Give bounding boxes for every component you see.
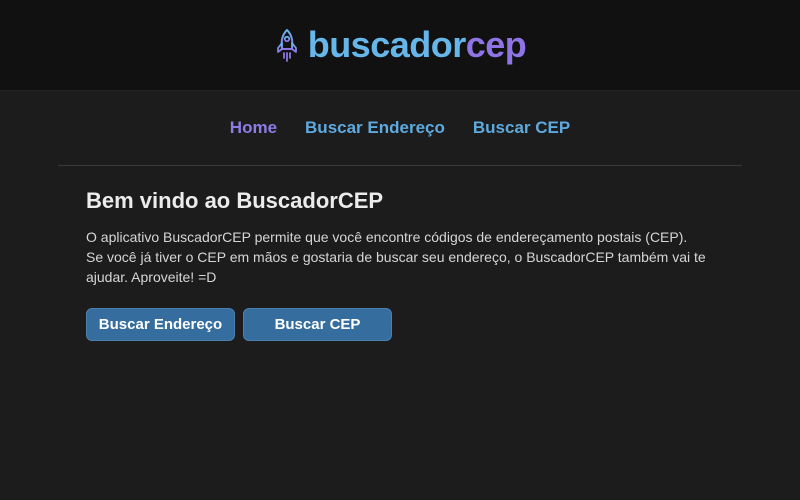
rocket-icon xyxy=(276,29,297,62)
logo-text-buscador: buscador xyxy=(307,24,467,65)
intro-line-2: Se você já tiver o CEP em mãos e gostari… xyxy=(86,249,706,285)
main-nav: Home Buscar Endereço Buscar CEP xyxy=(0,110,800,146)
buscar-endereco-button[interactable]: Buscar Endereço xyxy=(86,308,235,341)
main-content: Bem vindo ao BuscadorCEP O aplicativo Bu… xyxy=(86,186,726,341)
nav-buscar-cep[interactable]: Buscar CEP xyxy=(473,118,570,138)
top-header: buscadorcep xyxy=(0,0,800,91)
nav-home[interactable]: Home xyxy=(230,118,277,138)
logo-text: buscadorcep xyxy=(308,27,527,63)
action-buttons: Buscar Endereço Buscar CEP xyxy=(86,308,726,341)
intro-line-1: O aplicativo BuscadorCEP permite que voc… xyxy=(86,229,688,245)
nav-divider xyxy=(58,165,742,166)
nav-buscar-endereco[interactable]: Buscar Endereço xyxy=(305,118,445,138)
app-logo[interactable]: buscadorcep xyxy=(0,0,800,90)
intro-text: O aplicativo BuscadorCEP permite que voc… xyxy=(86,227,726,287)
page-title: Bem vindo ao BuscadorCEP xyxy=(86,188,384,213)
buscar-cep-button[interactable]: Buscar CEP xyxy=(243,308,392,341)
logo-text-cep: cep xyxy=(465,24,527,65)
